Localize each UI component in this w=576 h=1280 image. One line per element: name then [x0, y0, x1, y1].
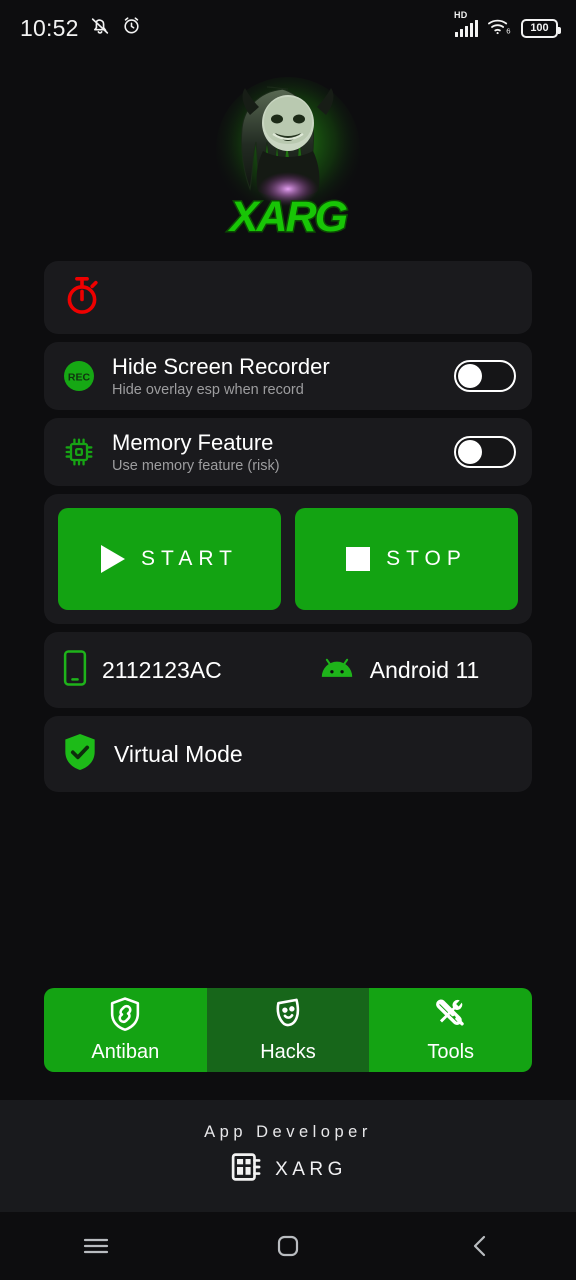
svg-text:XARG: XARG — [228, 193, 348, 241]
toggle-knob — [458, 440, 482, 464]
alarm-icon — [121, 15, 142, 41]
battery-percent: 100 — [530, 22, 549, 34]
theater-mask-icon — [271, 996, 305, 1037]
back-chevron-icon[interactable] — [445, 1221, 515, 1271]
device-model: 2112123AC — [62, 649, 222, 692]
memory-chip-icon — [62, 435, 96, 469]
setting-left-hide-recorder: REC Hide Screen Recorder Hide overlay es… — [62, 354, 330, 398]
timer-card[interactable] — [44, 261, 532, 334]
tab-antiban[interactable]: Antiban — [44, 988, 207, 1072]
device-info-card: 2112123AC Android 11 — [44, 632, 532, 708]
toggle-memory-feature[interactable] — [454, 436, 516, 468]
status-bar-left: 10:52 — [20, 15, 142, 42]
rec-icon: REC — [62, 359, 96, 393]
start-button-label: START — [141, 547, 238, 570]
android-navigation-bar — [0, 1212, 576, 1280]
svg-text:6: 6 — [506, 26, 510, 35]
tools-icon — [434, 996, 468, 1037]
menu-icon[interactable] — [61, 1221, 131, 1271]
signal-icon: HD — [454, 10, 478, 37]
setting-row-memory-feature[interactable]: Memory Feature Use memory feature (risk) — [44, 418, 532, 486]
tab-tools[interactable]: Tools — [369, 988, 532, 1072]
setting-title: Memory Feature — [112, 430, 274, 456]
start-button[interactable]: START — [58, 508, 281, 610]
shield-link-icon — [108, 996, 142, 1037]
action-buttons-card: START STOP — [44, 494, 532, 624]
stop-button-label: STOP — [386, 547, 467, 570]
setting-text-memory: Memory Feature Use memory feature (risk) — [112, 430, 280, 473]
bottom-tabs: Antiban Hacks Tools — [44, 988, 532, 1072]
mute-bell-icon — [89, 15, 111, 42]
stop-button[interactable]: STOP — [295, 508, 518, 610]
toggle-hide-screen-recorder[interactable] — [454, 360, 516, 392]
footer-developer: XARG — [229, 1150, 347, 1189]
wifi-6-icon: 6 — [487, 16, 512, 41]
app-logo: XARG — [0, 56, 576, 261]
app-screen: 10:52 HD 6 100 XARG REC Hide Screen Reco… — [0, 0, 576, 1280]
xarg-logo-graphic: XARG — [203, 71, 373, 246]
setting-subtitle: Hide overlay esp when record — [112, 381, 304, 398]
shield-check-icon — [62, 732, 98, 777]
setting-subtitle: Use memory feature (risk) — [112, 457, 280, 474]
chip-dashboard-icon — [229, 1150, 263, 1189]
rec-icon-label: REC — [68, 371, 91, 383]
hd-label: HD — [454, 9, 468, 20]
play-icon — [101, 545, 126, 573]
tab-hacks-label: Hacks — [260, 1041, 316, 1063]
tab-hacks[interactable]: Hacks — [206, 988, 370, 1072]
tab-antiban-label: Antiban — [91, 1041, 160, 1063]
footer-title: App Developer — [204, 1123, 372, 1141]
setting-text-hide-recorder: Hide Screen Recorder Hide overlay esp wh… — [112, 354, 330, 397]
status-bar-right: HD 6 100 — [454, 10, 561, 41]
setting-left-memory: Memory Feature Use memory feature (risk) — [62, 430, 280, 474]
stop-square-icon — [346, 547, 371, 571]
setting-title: Hide Screen Recorder — [112, 354, 330, 380]
android-icon — [318, 655, 356, 686]
home-square-icon[interactable] — [253, 1221, 323, 1271]
status-time: 10:52 — [20, 14, 79, 41]
tab-tools-label: Tools — [427, 1041, 475, 1063]
toggle-knob — [458, 364, 482, 388]
setting-row-hide-screen-recorder[interactable]: REC Hide Screen Recorder Hide overlay es… — [44, 342, 532, 410]
battery-icon: 100 — [521, 18, 561, 38]
device-os: Android 11 — [318, 655, 480, 686]
phone-icon — [62, 649, 88, 692]
virtual-mode-label: Virtual Mode — [114, 740, 243, 767]
stopwatch-icon — [62, 274, 102, 321]
virtual-mode-card[interactable]: Virtual Mode — [44, 716, 532, 792]
device-os-value: Android 11 — [369, 656, 480, 683]
footer-developer-name: XARG — [275, 1158, 347, 1180]
device-model-value: 2112123AC — [102, 656, 222, 683]
status-bar: 10:52 HD 6 100 — [0, 0, 576, 56]
footer: App Developer XARG — [0, 1100, 576, 1212]
